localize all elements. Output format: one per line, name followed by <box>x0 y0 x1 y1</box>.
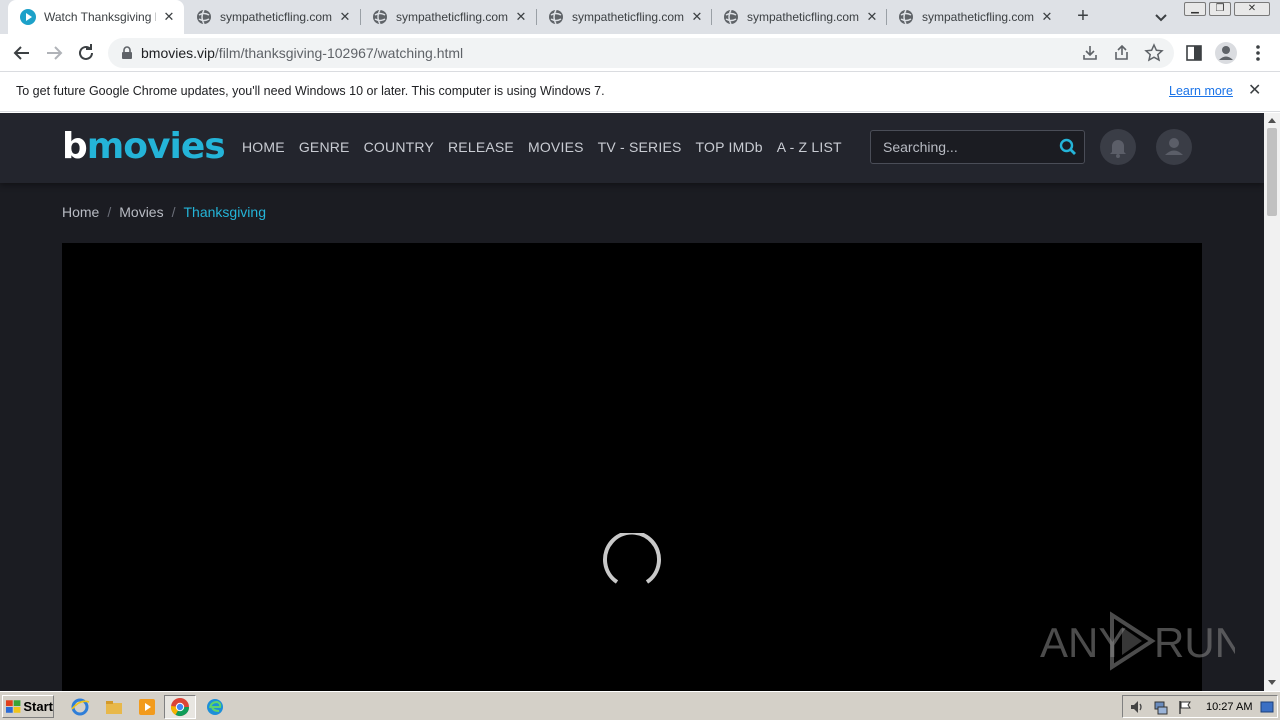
restore-icon[interactable]: ❐ <box>1209 2 1231 16</box>
close-icon[interactable]: ✕ <box>162 10 176 24</box>
anyrun-watermark-logo: ANY RUN <box>1040 611 1235 671</box>
taskbar-clock[interactable]: 10:27 AM <box>1206 701 1252 713</box>
notifications-button[interactable] <box>1100 129 1136 165</box>
close-icon[interactable]: ✕ <box>1040 10 1054 24</box>
browser-toolbar: bmovies.vip/film/thanksgiving-102967/wat… <box>0 34 1280 72</box>
tab[interactable]: sympatheticfling.com/t ✕ <box>184 0 360 34</box>
install-app-icon[interactable] <box>1080 43 1100 63</box>
tab[interactable]: sympatheticfling.com/t ✕ <box>886 0 1062 34</box>
tab-title: Watch Thanksgiving Fo <box>44 10 156 24</box>
scroll-up-arrow-icon[interactable] <box>1268 118 1276 123</box>
tab-title: sympatheticfling.com/t <box>922 10 1034 24</box>
profile-avatar-icon[interactable] <box>1214 41 1238 65</box>
back-arrow-icon[interactable] <box>10 41 34 65</box>
main-nav: HOME GENRE COUNTRY RELEASE MOVIES TV - S… <box>242 139 842 155</box>
tab-title: sympatheticfling.com/t <box>572 10 684 24</box>
nav-home[interactable]: HOME <box>242 139 285 155</box>
action-center-flag-icon[interactable] <box>1177 699 1193 715</box>
search-input[interactable] <box>872 132 1052 162</box>
globe-icon <box>899 9 913 25</box>
tab-strip: Watch Thanksgiving Fo ✕ sympatheticfling… <box>0 0 1280 34</box>
reload-icon[interactable] <box>74 41 98 65</box>
user-icon <box>1165 138 1183 155</box>
breadcrumb-separator: / <box>171 204 176 220</box>
chrome-taskbar-button[interactable] <box>164 695 196 719</box>
search-icon[interactable] <box>1059 138 1077 156</box>
forward-arrow-icon[interactable] <box>42 41 66 65</box>
tab-title: sympatheticfling.com/t <box>220 10 332 24</box>
windows-logo-icon <box>6 699 21 713</box>
close-icon[interactable]: ✕ <box>1248 83 1261 99</box>
url-text: bmovies.vip/film/thanksgiving-102967/wat… <box>141 45 464 61</box>
scrollbar-thumb[interactable] <box>1267 128 1277 216</box>
globe-icon <box>373 9 387 25</box>
site-search-box <box>870 130 1085 164</box>
lock-icon[interactable] <box>120 46 134 60</box>
start-label: Start <box>23 699 53 714</box>
chevron-down-icon[interactable] <box>1152 8 1170 26</box>
start-button[interactable]: Start <box>2 695 54 718</box>
nav-tv-series[interactable]: TV - SERIES <box>598 139 682 155</box>
close-icon[interactable]: ✕ <box>865 10 879 24</box>
tab-title: sympatheticfling.com/t <box>396 10 508 24</box>
nav-release[interactable]: RELEASE <box>448 139 514 155</box>
breadcrumb: Home / Movies / Thanksgiving <box>62 204 266 220</box>
globe-icon <box>724 9 738 25</box>
bookmark-star-icon[interactable] <box>1144 43 1164 63</box>
side-panel-icon[interactable] <box>1184 43 1204 63</box>
bmovies-play-icon <box>20 9 36 25</box>
share-icon[interactable] <box>1112 43 1132 63</box>
infobar-message: To get future Google Chrome updates, you… <box>16 84 605 98</box>
nav-movies[interactable]: MOVIES <box>528 139 584 155</box>
learn-more-link[interactable]: Learn more <box>1169 84 1233 98</box>
minimize-icon[interactable]: ▁ <box>1184 2 1206 16</box>
page-viewport: bmovies HOME GENRE COUNTRY RELEASE MOVIE… <box>0 113 1264 691</box>
media-player-icon[interactable] <box>137 697 157 717</box>
scroll-down-arrow-icon[interactable] <box>1268 680 1276 685</box>
close-icon[interactable]: ✕ <box>690 10 704 24</box>
nav-top-imdb[interactable]: TOP IMDb <box>696 139 763 155</box>
globe-icon <box>197 9 211 25</box>
volume-icon[interactable] <box>1129 699 1145 715</box>
svg-text:RUN: RUN <box>1154 619 1235 666</box>
user-account-button[interactable] <box>1156 129 1192 165</box>
site-logo[interactable]: bmovies <box>62 127 226 167</box>
chrome-icon <box>171 698 189 717</box>
bell-icon <box>1110 140 1126 158</box>
edge-icon[interactable] <box>205 697 225 717</box>
breadcrumb-home[interactable]: Home <box>62 204 99 220</box>
tab[interactable]: sympatheticfling.com/t ✕ <box>536 0 712 34</box>
nav-a-z-list[interactable]: A - Z LIST <box>777 139 842 155</box>
nav-country[interactable]: COUNTRY <box>364 139 434 155</box>
close-icon[interactable]: ✕ <box>514 10 528 24</box>
loading-spinner-icon <box>603 533 661 584</box>
tab-active[interactable]: Watch Thanksgiving Fo ✕ <box>8 0 184 34</box>
breadcrumb-current[interactable]: Thanksgiving <box>184 204 267 220</box>
tab-title: sympatheticfling.com/t <box>747 10 859 24</box>
breadcrumb-movies[interactable]: Movies <box>119 204 163 220</box>
globe-icon <box>549 9 563 25</box>
close-window-icon[interactable]: ✕ <box>1234 2 1270 16</box>
show-desktop-icon[interactable] <box>1260 700 1274 714</box>
address-bar[interactable]: bmovies.vip/film/thanksgiving-102967/wat… <box>108 38 1174 68</box>
windows-taskbar: Start 10:27 AM <box>0 691 1280 720</box>
breadcrumb-separator: / <box>107 204 112 220</box>
update-infobar: To get future Google Chrome updates, you… <box>0 72 1280 112</box>
file-explorer-icon[interactable] <box>104 697 124 717</box>
tab[interactable]: sympatheticfling.com/t ✕ <box>360 0 536 34</box>
system-tray: 10:27 AM <box>1122 695 1278 718</box>
nav-genre[interactable]: GENRE <box>299 139 350 155</box>
new-tab-button[interactable]: + <box>1072 6 1094 28</box>
kebab-menu-icon[interactable] <box>1248 43 1268 63</box>
tab[interactable]: sympatheticfling.com/t ✕ <box>711 0 887 34</box>
internet-explorer-icon[interactable] <box>70 697 90 717</box>
network-icon[interactable] <box>1153 699 1169 715</box>
site-header: bmovies HOME GENRE COUNTRY RELEASE MOVIE… <box>0 113 1264 183</box>
page-scrollbar[interactable] <box>1264 113 1280 691</box>
close-icon[interactable]: ✕ <box>338 10 352 24</box>
video-player[interactable] <box>62 243 1202 691</box>
